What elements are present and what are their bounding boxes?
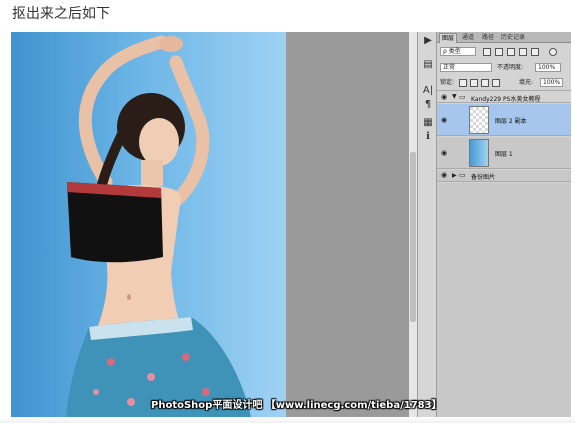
visibility-eye-icon[interactable]: ◉: [441, 93, 447, 101]
layer-thumbnail: [469, 139, 489, 167]
tab-history[interactable]: 历史记录: [499, 33, 527, 43]
folder-icon: ▭: [459, 171, 466, 179]
smart-filter-icon[interactable]: [531, 48, 539, 56]
fill-label: 填充:: [519, 79, 534, 86]
tab-layers[interactable]: 图层: [439, 33, 458, 43]
play-icon[interactable]: ▶: [420, 34, 436, 48]
lock-pixels-icon[interactable]: [470, 79, 478, 87]
filter-toggle-icon[interactable]: [549, 48, 557, 56]
visibility-eye-icon[interactable]: ◉: [441, 149, 447, 157]
canvas-pasteboard: [286, 32, 409, 417]
tab-channels[interactable]: 通道: [460, 33, 476, 43]
shape-filter-icon[interactable]: [519, 48, 527, 56]
layers-empty-area: [437, 183, 571, 417]
layer-thumbnail: [469, 106, 489, 134]
fill-field[interactable]: 100%: [540, 78, 563, 87]
lock-all-icon[interactable]: [492, 79, 500, 87]
styles-icon[interactable]: ▦: [420, 116, 436, 130]
lock-label: 锁定:: [440, 79, 455, 86]
layer-name: 图层 1: [495, 151, 513, 158]
layer-filter-dropdown[interactable]: ρ 类型: [440, 47, 476, 56]
adjustment-filter-icon[interactable]: [495, 48, 503, 56]
history-icon[interactable]: ▤: [420, 58, 436, 72]
caption-text: 抠出来之后如下: [12, 6, 110, 22]
layer-group-row[interactable]: ◉ ▼ ▭ Kandy229 PS水美女教程: [437, 90, 571, 103]
pixel-filter-icon[interactable]: [483, 48, 491, 56]
type-filter-icon[interactable]: [507, 48, 515, 56]
visibility-eye-icon[interactable]: ◉: [441, 171, 447, 179]
group-name: Kandy229 PS水美女教程: [471, 96, 541, 103]
scrollbar-thumb[interactable]: [410, 152, 416, 322]
group-name: 备份图片: [471, 174, 496, 181]
layer-name: 图层 2 副本: [495, 118, 527, 125]
layers-panel: 图层 通道 路径 历史记录 ρ 类型 正常 不透明度: 100% 锁定: 填充:…: [437, 32, 571, 417]
watermark-text: PhotoShop平面设计吧 【www.linecg.com/tieba/178…: [151, 400, 442, 411]
bottom-fade: [0, 417, 575, 423]
panel-tabs: 图层 通道 路径 历史记录: [437, 32, 571, 43]
info-icon[interactable]: ℹ: [420, 130, 436, 144]
lock-transparent-icon[interactable]: [459, 79, 467, 87]
expand-chevron-icon[interactable]: ▶: [452, 172, 457, 179]
photoshop-screenshot: ▶ ▤ A| ¶ ▦ ℹ 图层 通道 路径 历史记录 ρ 类型 正常 不透明度:…: [11, 32, 571, 417]
layer-group-row[interactable]: ◉ ▶ ▭ 备份图片: [437, 170, 571, 182]
paragraph-icon[interactable]: ¶: [420, 98, 436, 112]
expand-chevron-icon[interactable]: ▼: [452, 93, 457, 100]
photo-canvas[interactable]: [11, 32, 286, 417]
character-icon[interactable]: A|: [420, 84, 436, 98]
layer-row-selected[interactable]: ◉ 图层 2 副本: [437, 104, 571, 136]
opacity-label: 不透明度:: [497, 64, 524, 71]
lock-position-icon[interactable]: [481, 79, 489, 87]
tab-paths[interactable]: 路径: [480, 33, 496, 43]
woman-figure-illustration: [66, 35, 251, 417]
blend-mode-dropdown[interactable]: 正常: [440, 63, 492, 72]
opacity-field[interactable]: 100%: [535, 63, 561, 72]
layer-row[interactable]: ◉ 图层 1: [437, 137, 571, 169]
folder-icon: ▭: [459, 93, 466, 101]
panel-icon-strip: ▶ ▤ A| ¶ ▦ ℹ: [417, 32, 437, 417]
visibility-eye-icon[interactable]: ◉: [441, 116, 447, 124]
